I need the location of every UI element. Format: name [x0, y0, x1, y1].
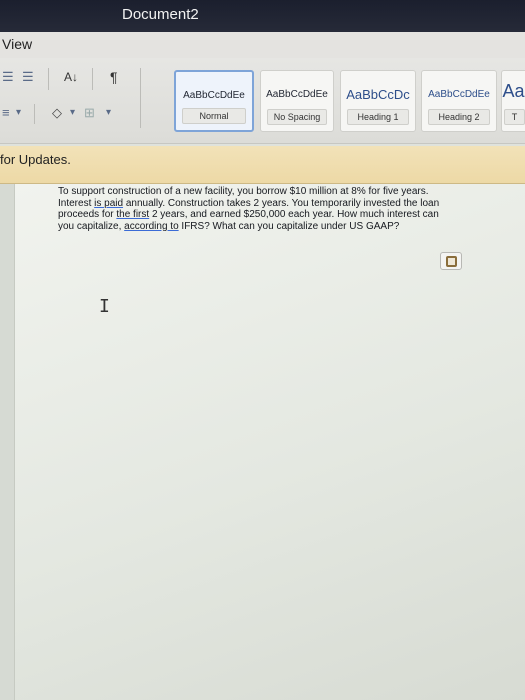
menu-view[interactable]: View: [2, 36, 32, 52]
decrease-indent-icon[interactable]: ☰: [2, 70, 14, 84]
toolbar-separator: [140, 68, 141, 128]
pilcrow-icon[interactable]: ¶: [110, 70, 118, 84]
text-run: Interest: [58, 197, 95, 209]
menu-bar: View: [0, 32, 525, 58]
paint-bucket-icon[interactable]: ◇: [52, 106, 62, 120]
style-sample: Aa: [502, 81, 525, 101]
sort-icon[interactable]: A↓: [64, 70, 78, 84]
toolbar-separator: [34, 104, 35, 124]
style-label: Heading 1: [347, 109, 409, 125]
update-notification-bar: for Updates.: [0, 146, 525, 184]
borders-icon[interactable]: ⊞: [84, 106, 95, 120]
chevron-down-icon[interactable]: ▾: [16, 106, 21, 120]
window-title: Document2: [122, 6, 199, 23]
style-label: Heading 2: [428, 109, 490, 125]
paste-options-icon[interactable]: [440, 252, 462, 270]
style-label: T: [504, 109, 525, 125]
style-sample: AaBbCcDdEe: [266, 89, 328, 100]
text-cursor-icon: I: [99, 296, 110, 317]
style-sample: AaBbCcDdEe: [428, 89, 490, 100]
style-sample: AaBbCcDdEe: [183, 90, 245, 101]
style-label: No Spacing: [267, 109, 327, 125]
text-line: Interest is paid annually. Construction …: [58, 198, 488, 210]
grammar-flag[interactable]: the first: [116, 209, 149, 220]
text-run: you capitalize,: [58, 220, 125, 232]
style-sample: AaBbCcDc: [346, 87, 410, 102]
increase-indent-icon[interactable]: ☰: [22, 70, 34, 84]
text-run: annually. Construction takes 2 years. Yo…: [123, 197, 440, 209]
toolbar-separator: [92, 68, 93, 90]
text-run: proceeds for: [58, 209, 117, 220]
ribbon-toolbar: ☰ ☰ A↓ ¶ ≡ ▾ ◇ ▾ ⊞ ▾ AaBbCcDdEe Normal A…: [0, 58, 525, 144]
window-titlebar: Document2: [0, 0, 525, 32]
style-normal[interactable]: AaBbCcDdEe Normal: [174, 70, 254, 132]
style-title[interactable]: Aa T: [501, 70, 525, 132]
toolbar-separator: [48, 68, 49, 90]
text-run: IFRS? What can you capitalize under US G…: [178, 220, 400, 232]
style-label: Normal: [182, 108, 246, 124]
notification-text[interactable]: for Updates.: [0, 152, 71, 167]
text-run: 2 years, and earned $250,000 each year. …: [149, 209, 439, 220]
document-text[interactable]: To support construction of a new facilit…: [58, 186, 488, 232]
text-line: you capitalize, according to IFRS? What …: [58, 221, 488, 233]
style-no-spacing[interactable]: AaBbCcDdEe No Spacing: [260, 70, 334, 132]
text-run: To support construction of a new facilit…: [58, 186, 429, 197]
clipboard-icon: [446, 256, 457, 267]
chevron-down-icon[interactable]: ▾: [106, 106, 111, 120]
style-heading-2[interactable]: AaBbCcDdEe Heading 2: [421, 70, 497, 132]
grammar-flag[interactable]: is paid: [94, 198, 123, 209]
text-line: proceeds for the first 2 years, and earn…: [58, 209, 488, 221]
grammar-flag[interactable]: according to: [124, 221, 178, 232]
chevron-down-icon[interactable]: ▾: [70, 106, 75, 120]
align-icon[interactable]: ≡: [2, 106, 10, 120]
style-heading-1[interactable]: AaBbCcDc Heading 1: [340, 70, 416, 132]
text-line: To support construction of a new facilit…: [58, 186, 488, 198]
